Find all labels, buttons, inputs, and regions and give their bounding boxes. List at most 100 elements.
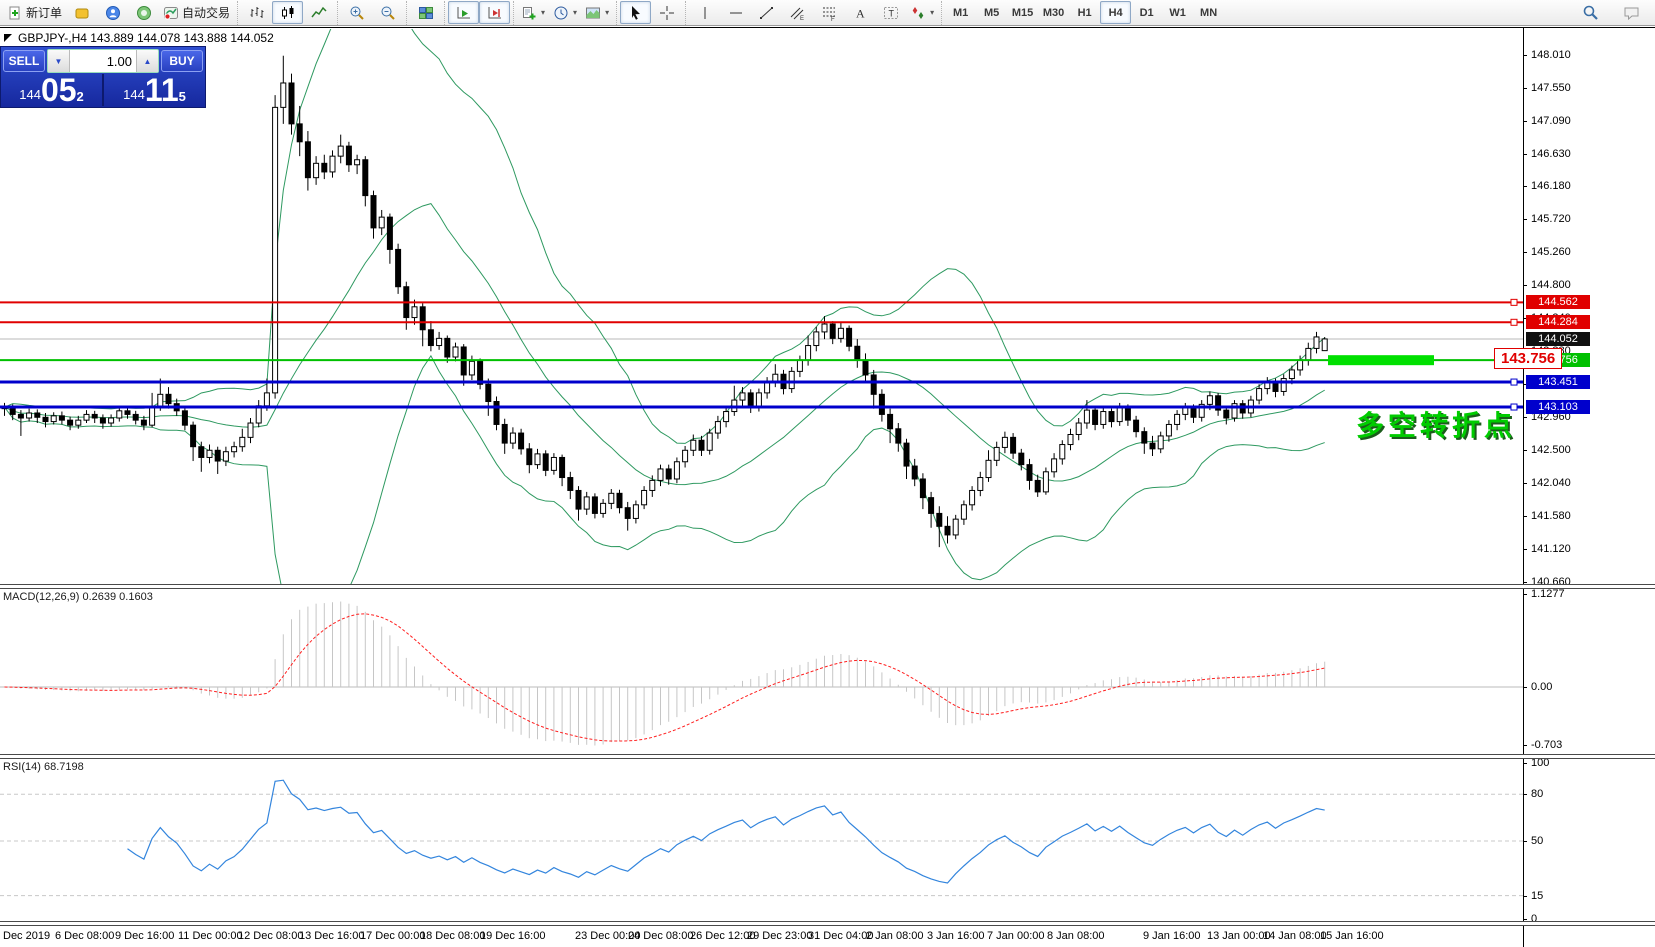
search-button[interactable]	[1575, 1, 1606, 24]
templates-menu-button[interactable]: ▾	[581, 1, 613, 24]
bar-chart-button[interactable]	[241, 1, 272, 24]
macd-panel[interactable]	[0, 589, 1523, 754]
vertical-line-tool-button[interactable]	[689, 1, 720, 24]
tf-m30-tab[interactable]: M30	[1038, 1, 1069, 24]
button-label: W1	[1169, 7, 1186, 19]
crosshair-icon	[659, 5, 675, 21]
buy-button[interactable]: BUY	[161, 50, 203, 72]
new-order-button[interactable]: 新订单	[3, 1, 66, 24]
time-axis-label: 17 Dec 00:00	[360, 930, 425, 942]
horizontal-line-tool-button[interactable]	[720, 1, 751, 24]
dropdown-caret-icon[interactable]: ▾	[541, 8, 545, 17]
time-axis-label: 11 Dec 00:00	[178, 930, 243, 942]
volume-input[interactable]	[70, 50, 136, 72]
crosshair-tool-button[interactable]	[651, 1, 682, 24]
button-label: MN	[1200, 7, 1217, 19]
rsi-axis-tick	[1523, 919, 1527, 920]
rsi-axis-tick	[1523, 896, 1527, 897]
buy-price[interactable]: 144115	[104, 74, 205, 106]
price-axis-tick	[1523, 252, 1527, 253]
profiles-menu-button[interactable]: ▾	[549, 1, 581, 24]
template-icon	[585, 5, 601, 21]
time-axis-label: 12 Dec 08:00	[238, 930, 303, 942]
toolbar-group	[406, 1, 444, 25]
time-axis-label: 6 Dec 08:00	[55, 930, 114, 942]
dropdown-caret-icon[interactable]: ▾	[605, 8, 609, 17]
toolbar-group	[616, 1, 685, 25]
text-icon: A	[852, 5, 868, 21]
chart-shift-button[interactable]	[479, 1, 510, 24]
price-axis-tick	[1523, 516, 1527, 517]
level-price-tag[interactable]: 143.756	[1494, 348, 1562, 369]
text-label-tool-button[interactable]: T	[875, 1, 906, 24]
mt4-terminal: 新订单 自动交易 ▾ ▾ ▾ E F A T ▾ M1M5M15M30H1H4D1 W1 MN GBPJ…	[0, 0, 1655, 947]
time-axis-separator	[0, 921, 1655, 926]
button-label: 新订单	[26, 4, 62, 21]
time-axis-label: 7 Jan 00:00	[987, 930, 1045, 942]
price-axis-label: 144.800	[1531, 279, 1571, 291]
auto-scroll-button[interactable]	[448, 1, 479, 24]
tf-h4-tab[interactable]: H4	[1100, 1, 1131, 24]
tile-windows-button[interactable]	[410, 1, 441, 24]
volume-decrease-button[interactable]: ▼	[48, 50, 70, 72]
price-axis-tick	[1523, 417, 1527, 418]
svg-text:E: E	[800, 16, 804, 21]
chart-shift-icon	[487, 5, 503, 21]
price-line-badge: 144.562	[1526, 295, 1590, 309]
dropdown-caret-icon[interactable]: ▾	[930, 8, 934, 17]
svg-text:T: T	[888, 8, 894, 18]
price-axis-tick	[1523, 219, 1527, 220]
cursor-tool-button[interactable]	[620, 1, 651, 24]
sell-price[interactable]: 144052	[1, 74, 102, 106]
macd-axis-tick	[1523, 594, 1527, 595]
market-watch-button[interactable]	[97, 1, 128, 24]
zoom-in-button[interactable]	[341, 1, 372, 24]
new-chart-button[interactable]: ▾	[517, 1, 549, 24]
navigator-button[interactable]	[128, 1, 159, 24]
toolbar-right	[1575, 1, 1655, 24]
trendline-tool-button[interactable]	[751, 1, 782, 24]
chart-profile-button[interactable]	[66, 1, 97, 24]
zoom-out-button[interactable]	[372, 1, 403, 24]
tf-w1-tab[interactable]: W1	[1162, 1, 1193, 24]
auto-scroll-icon	[456, 5, 472, 21]
price-axis-tick	[1523, 285, 1527, 286]
channel-icon: E	[790, 5, 806, 21]
price-chart-panel[interactable]	[0, 29, 1523, 586]
time-axis-label: 13 Dec 16:00	[299, 930, 364, 942]
tf-h1-tab[interactable]: H1	[1069, 1, 1100, 24]
sell-button[interactable]: SELL	[3, 50, 45, 72]
toolbar-group	[337, 1, 406, 25]
zoom-in-icon	[349, 5, 365, 21]
price-axis-label: 147.550	[1531, 82, 1571, 94]
tf-d1-tab[interactable]: D1	[1131, 1, 1162, 24]
rsi-panel[interactable]	[0, 759, 1523, 921]
text-tool-button[interactable]: A	[844, 1, 875, 24]
tf-m15-tab[interactable]: M15	[1007, 1, 1038, 24]
chat-button[interactable]	[1616, 1, 1647, 24]
macd-axis-label: 1.1277	[1531, 588, 1565, 600]
time-axis-label: 2 Jan 08:00	[866, 930, 924, 942]
dropdown-caret-icon[interactable]: ▾	[573, 8, 577, 17]
price-axis-label: 146.630	[1531, 148, 1571, 160]
tf-m1-tab[interactable]: M1	[945, 1, 976, 24]
fibonacci-tool-button[interactable]: F	[813, 1, 844, 24]
panel-separator-macd[interactable]	[0, 584, 1655, 589]
chart-title-text: GBPJPY-,H4 143.889 144.078 143.888 144.0…	[18, 31, 274, 45]
svg-text:F: F	[831, 17, 835, 21]
price-line-badge: 144.052	[1526, 332, 1590, 346]
line-chart-button[interactable]	[303, 1, 334, 24]
tile-icon	[418, 5, 434, 21]
arrows-tool-button[interactable]: ▾	[906, 1, 938, 24]
auto-trading-button[interactable]: 自动交易	[159, 1, 234, 24]
price-axis-tick	[1523, 121, 1527, 122]
tf-m5-tab[interactable]: M5	[976, 1, 1007, 24]
candle-chart-button[interactable]	[272, 1, 303, 24]
time-axis-label: 8 Jan 08:00	[1047, 930, 1105, 942]
equidistant-channel-tool-button[interactable]: E	[782, 1, 813, 24]
time-axis-label: Dec 2019	[3, 930, 50, 942]
tf-mn-tab[interactable]: MN	[1193, 1, 1224, 24]
volume-increase-button[interactable]: ▲	[136, 50, 158, 72]
market-watch-icon	[105, 5, 121, 21]
panel-separator-rsi[interactable]	[0, 754, 1655, 759]
